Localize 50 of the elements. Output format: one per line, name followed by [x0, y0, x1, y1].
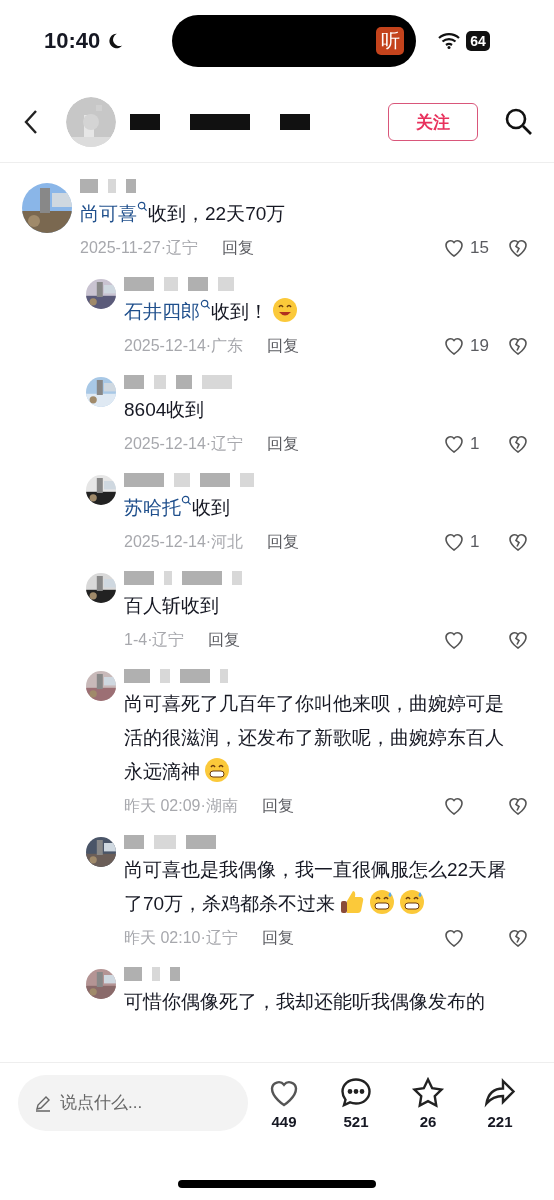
sweat-grin-icon — [369, 889, 396, 915]
like-count: 19 — [470, 336, 489, 356]
comment-text: 可惜你偶像死了，我却还能听我偶像发布的 — [124, 990, 486, 1014]
comment-meta: 2025-12-14·广东 — [124, 335, 244, 356]
action-count: 26 — [419, 1113, 437, 1130]
search-icon[interactable] — [200, 299, 211, 310]
comment-meta: 1-4·辽宁 — [124, 629, 185, 650]
sweat-grin-icon — [399, 889, 426, 915]
like-count: 1 — [470, 434, 480, 454]
reply-link[interactable]: 回复 — [261, 927, 294, 949]
reply-link[interactable]: 回复 — [208, 629, 241, 651]
comment-text: 石井四郎 收到！ — [124, 295, 508, 329]
search-icon[interactable] — [504, 107, 534, 137]
search-icon[interactable] — [137, 201, 148, 212]
comment-meta: 2025-11-27·辽宁 — [80, 237, 198, 258]
comment-meta: 昨天 02:10·辽宁 — [124, 927, 238, 948]
app-badge: 听 — [376, 27, 405, 55]
action-count: 521 — [343, 1113, 369, 1130]
mention-link[interactable]: 尚可喜 — [80, 203, 137, 224]
like-count: 1 — [470, 532, 480, 552]
status-time: 10:40 — [44, 28, 101, 54]
reply-link[interactable]: 回复 — [222, 237, 254, 259]
comment-text: 苏哈托 收到 — [124, 494, 231, 520]
search-icon[interactable] — [181, 495, 192, 506]
grinning-face-icon — [204, 757, 230, 783]
comment-text: 尚可喜 收到，22天70万 — [80, 200, 287, 226]
comment-text: 百人斩收到 — [124, 594, 220, 618]
comment-text: 8604收到 — [124, 398, 206, 422]
pencil-icon — [34, 1094, 52, 1112]
smiling-face-icon — [272, 297, 298, 323]
comment-meta: 2025-12-14·辽宁 — [124, 433, 244, 454]
reply-link[interactable]: 回复 — [267, 433, 300, 455]
wifi-icon — [438, 33, 461, 49]
comment-text: 尚可喜死了几百年了你叫他来呗，曲婉婷可是活的很滋润，还发布了新歌呢，曲婉婷东百人永远滴神 — [124, 692, 505, 785]
reply-link[interactable]: 回复 — [267, 335, 300, 357]
comment-meta: 昨天 02:09·湖南 — [124, 795, 238, 816]
comment-text: 尚可喜也是我偶像，我一直很佩服怎么22天屠了70万，杀鸡都杀不过来 — [124, 858, 508, 917]
action-count: 449 — [271, 1113, 297, 1130]
mention-link[interactable]: 苏哈托 — [124, 497, 181, 518]
reply-link[interactable]: 回复 — [261, 795, 294, 817]
comment-meta: 2025-12-14·河北 — [124, 531, 244, 552]
back-icon[interactable] — [24, 109, 38, 135]
action-count: 221 — [487, 1113, 513, 1130]
battery-level: 64 — [466, 31, 490, 51]
comment-input[interactable]: 说点什么... — [18, 1075, 248, 1131]
follow-button[interactable]: 关注 — [388, 103, 478, 141]
thumbs-up-icon — [339, 889, 366, 915]
reply-link[interactable]: 回复 — [267, 531, 300, 553]
mention-link[interactable]: 石井四郎 — [124, 301, 200, 322]
like-count: 15 — [470, 238, 489, 258]
